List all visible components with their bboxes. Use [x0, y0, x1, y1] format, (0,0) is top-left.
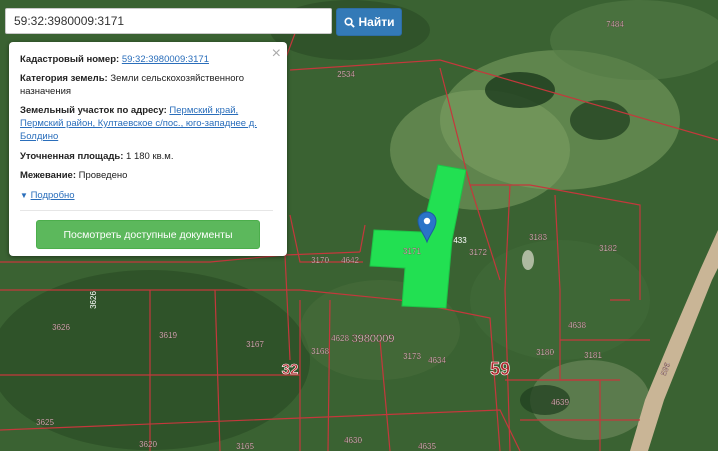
- area-label: Уточненная площадь:: [20, 151, 124, 162]
- cadastral-label: Кадастровый номер:: [20, 54, 120, 65]
- parcel-info-popup: × Кадастровый номер: 59:32:3980009:3171 …: [9, 42, 287, 256]
- cadastral-row: Кадастровый номер: 59:32:3980009:3171: [20, 53, 268, 66]
- parcel-label: 3626: [52, 323, 70, 332]
- category-label: Категория земель:: [20, 73, 108, 84]
- parcel-label: 3168: [311, 347, 329, 356]
- category-row: Категория земель: Земли сельскохозяйстве…: [20, 72, 268, 98]
- view-documents-label: Посмотреть доступные документы: [63, 228, 233, 241]
- area-value: 1 180 кв.м.: [126, 151, 174, 162]
- parcel-label: 4630: [344, 436, 362, 445]
- parcel-label: 433: [453, 236, 467, 245]
- parcel-label: 2534: [337, 70, 355, 79]
- view-documents-button[interactable]: Посмотреть доступные документы: [36, 220, 260, 249]
- parcel-label: 4638: [568, 321, 586, 330]
- parcel-label: 3619: [159, 331, 177, 340]
- parcel-label: 4628: [331, 334, 349, 343]
- search-button-label: Найти: [358, 15, 395, 29]
- details-label: Подробно: [30, 190, 75, 201]
- parcel-label: 7484: [606, 20, 624, 29]
- parcel-label: 4639: [551, 398, 569, 407]
- details-toggle[interactable]: ▼ Подробно: [20, 190, 75, 201]
- parcel-label: 3171: [403, 247, 421, 256]
- close-icon[interactable]: ×: [272, 45, 281, 63]
- caret-down-icon: ▼: [20, 191, 28, 200]
- parcel-label: 3165: [236, 442, 254, 451]
- parcel-label: 4634: [428, 356, 446, 365]
- parcel-label: 3625: [36, 418, 54, 427]
- divider: [20, 210, 273, 211]
- parcel-label: 3626: [89, 291, 98, 309]
- search-bar: Найти: [5, 8, 402, 36]
- survey-row: Межевание: Проведено: [20, 169, 268, 182]
- parcel-label: 4642: [341, 256, 359, 265]
- parcel-label: 3167: [246, 340, 264, 349]
- district-label: 32: [282, 361, 299, 378]
- area-row: Уточненная площадь: 1 180 кв.м.: [20, 150, 268, 163]
- search-icon: [343, 16, 355, 28]
- survey-value: Проведено: [78, 170, 128, 181]
- parcel-label: 3172: [469, 248, 487, 257]
- parcel-label: 3182: [599, 244, 617, 253]
- address-label: Земельный участок по адресу:: [20, 105, 167, 116]
- search-button[interactable]: Найти: [336, 8, 402, 36]
- parcel-label: 3170: [311, 256, 329, 265]
- parcel-label: 3180: [536, 348, 554, 357]
- parcel-label: 3980009: [352, 333, 395, 345]
- cadastral-number-link[interactable]: 59:32:3980009:3171: [122, 54, 209, 65]
- address-row: Земельный участок по адресу: Пермский кр…: [20, 104, 268, 143]
- parcel-label: 3173: [403, 352, 421, 361]
- parcel-label: 4635: [418, 442, 436, 451]
- search-input[interactable]: [5, 8, 332, 34]
- parcel-label: 3620: [139, 440, 157, 449]
- district-label: 59: [490, 359, 510, 379]
- survey-label: Межевание:: [20, 170, 76, 181]
- parcel-label: 3181: [584, 351, 602, 360]
- parcel-label: 3183: [529, 233, 547, 242]
